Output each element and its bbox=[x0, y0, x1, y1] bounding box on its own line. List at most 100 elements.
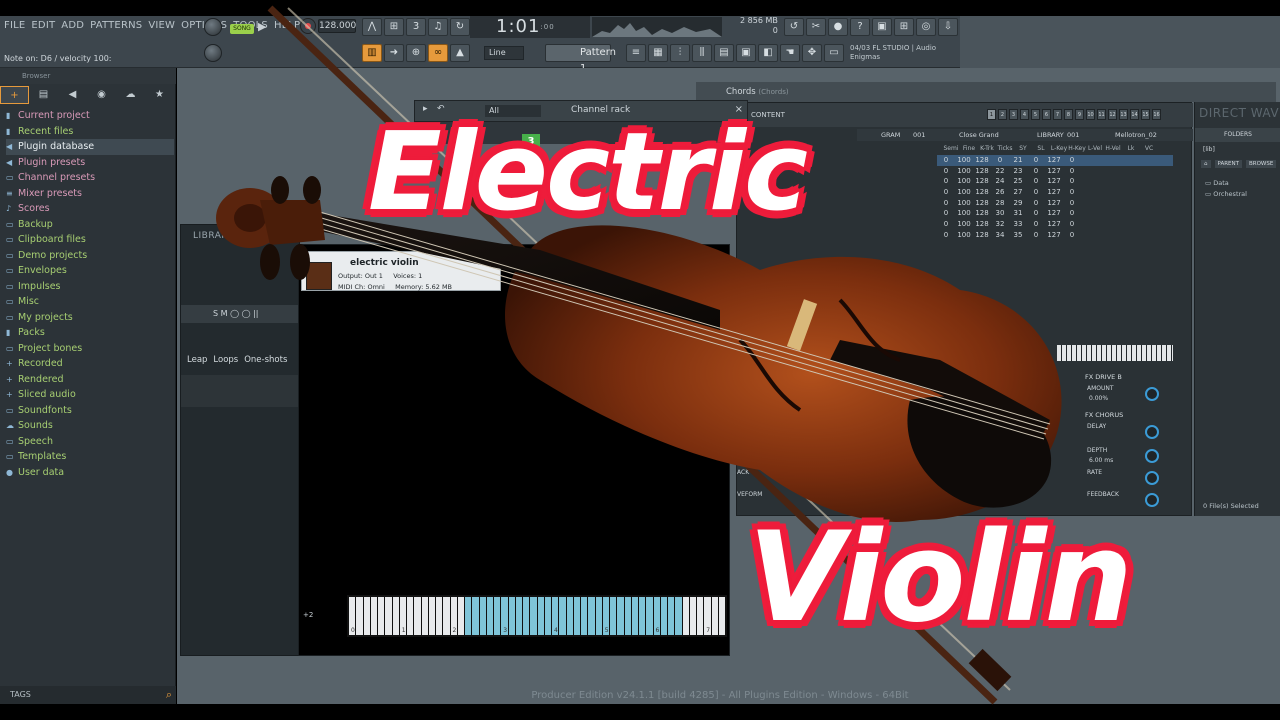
zone-cell[interactable]: 100 bbox=[955, 208, 973, 219]
zone-cell[interactable]: 100 bbox=[955, 176, 973, 187]
browser-item-soundfonts[interactable]: ▭ Soundfonts bbox=[6, 403, 174, 419]
zone-row[interactable]: 0 100 128 28 29 0 127 0 bbox=[937, 198, 1173, 209]
zone-cell[interactable]: 24 bbox=[991, 176, 1009, 187]
white-key[interactable]: 0 bbox=[349, 597, 356, 635]
white-key[interactable] bbox=[414, 597, 421, 635]
menu-item-file[interactable]: FILE bbox=[4, 20, 25, 31]
browser-item-packs[interactable]: ▮ Packs bbox=[6, 325, 174, 341]
column-header[interactable]: Lk bbox=[1122, 145, 1140, 152]
white-key[interactable] bbox=[428, 597, 435, 635]
browser-item-plugin-presets[interactable]: ◀ Plugin presets bbox=[6, 155, 174, 171]
library-number[interactable]: 001 bbox=[1067, 129, 1079, 141]
rate-knob[interactable] bbox=[1145, 471, 1159, 485]
instrument-header[interactable]: electric violin Output: Out 1 Voices: 1 … bbox=[301, 251, 501, 291]
zone-cell[interactable]: 0 bbox=[1027, 155, 1045, 166]
zone-cell[interactable]: 128 bbox=[973, 166, 991, 177]
browser-item-demo-projects[interactable]: ▭ Demo projects bbox=[6, 248, 174, 264]
column-header[interactable]: Ticks bbox=[996, 145, 1014, 152]
browser-item-my-projects[interactable]: ▭ My projects bbox=[6, 310, 174, 326]
browser-item-user-data[interactable]: ● User data bbox=[6, 465, 174, 481]
zone-cell[interactable]: 100 bbox=[955, 187, 973, 198]
zone-row[interactable]: 0 100 128 32 33 0 127 0 bbox=[937, 219, 1173, 230]
step-button-2[interactable]: 2 bbox=[998, 109, 1007, 120]
folder-item-orchestral[interactable]: ▭ Orchestral bbox=[1205, 189, 1247, 200]
browser-item-rendered[interactable]: + Rendered bbox=[6, 372, 174, 388]
white-key[interactable] bbox=[363, 597, 370, 635]
folders-tab[interactable]: FOLDERS bbox=[1195, 128, 1280, 142]
pattern-selector[interactable]: Pattern 1 bbox=[545, 44, 616, 74]
zone-cell[interactable]: 127 bbox=[1045, 198, 1063, 209]
step-button-1[interactable]: 1 bbox=[987, 109, 996, 120]
refresh-icon[interactable]: ↺ bbox=[784, 18, 804, 36]
script-icon[interactable]: ◧ bbox=[758, 44, 778, 62]
zone-cell[interactable]: 0 bbox=[937, 198, 955, 209]
home-icon[interactable]: ⌂ bbox=[1201, 160, 1211, 168]
help-icon[interactable]: ? bbox=[850, 18, 870, 36]
zone-row[interactable]: 0 100 128 0 21 0 127 0 bbox=[937, 155, 1173, 166]
program-number[interactable]: 001 bbox=[913, 129, 925, 141]
blend-notes-icon[interactable]: ♫ bbox=[428, 18, 448, 36]
library-name[interactable]: Mellotron_02 bbox=[1115, 129, 1157, 141]
mic-icon[interactable]: ● bbox=[828, 18, 848, 36]
browser-item-recorded[interactable]: + Recorded bbox=[6, 356, 174, 372]
delay-knob[interactable] bbox=[1145, 425, 1159, 439]
amount-knob[interactable] bbox=[1145, 387, 1159, 401]
browse-button[interactable]: BROWSE bbox=[1246, 160, 1277, 168]
zone-cell[interactable]: 100 bbox=[955, 155, 973, 166]
keyboard-octave-control[interactable]: +2 bbox=[303, 597, 343, 635]
channel-rack-icon[interactable]: ▦ bbox=[648, 44, 668, 62]
browser-item-backup[interactable]: ▭ Backup bbox=[6, 217, 174, 233]
menu-item-view[interactable]: VIEW bbox=[148, 20, 175, 31]
browser-tab-3[interactable]: ◉ bbox=[87, 86, 116, 104]
loop-record-icon[interactable]: ↻ bbox=[450, 18, 470, 36]
zone-cell[interactable]: 128 bbox=[973, 219, 991, 230]
white-key[interactable] bbox=[523, 597, 530, 635]
zone-cell[interactable]: 0 bbox=[1027, 166, 1045, 177]
arrow-icon[interactable]: ➜ bbox=[384, 44, 404, 62]
zone-cell[interactable]: 0 bbox=[991, 155, 1009, 166]
white-key[interactable] bbox=[385, 597, 392, 635]
library-tab-one-shots[interactable]: One-shots bbox=[244, 355, 287, 365]
output-value[interactable]: Out 1 bbox=[365, 272, 383, 280]
zone-cell[interactable]: 0 bbox=[1027, 219, 1045, 230]
white-key[interactable] bbox=[639, 597, 646, 635]
white-key[interactable] bbox=[646, 597, 653, 635]
parent-button[interactable]: PARENT bbox=[1214, 160, 1242, 168]
white-key[interactable]: 3 bbox=[501, 597, 508, 635]
zone-row[interactable]: 0 100 128 34 35 0 127 0 bbox=[937, 230, 1173, 241]
step-button-5[interactable]: 5 bbox=[1031, 109, 1040, 120]
browser-item-project-bones[interactable]: ▭ Project bones bbox=[6, 341, 174, 357]
white-key[interactable] bbox=[421, 597, 428, 635]
link-icon[interactable]: ∞ bbox=[428, 44, 448, 62]
zone-cell[interactable]: 22 bbox=[991, 166, 1009, 177]
zone-cell[interactable]: 0 bbox=[1027, 230, 1045, 241]
white-key[interactable] bbox=[544, 597, 551, 635]
midi-value[interactable]: Omni bbox=[367, 283, 384, 291]
white-key[interactable]: 7 bbox=[704, 597, 711, 635]
step-button-16[interactable]: 16 bbox=[1152, 109, 1161, 120]
column-header[interactable]: Semi bbox=[942, 145, 960, 152]
white-key[interactable] bbox=[718, 597, 725, 635]
zone-cell[interactable]: 100 bbox=[955, 198, 973, 209]
white-key[interactable] bbox=[370, 597, 377, 635]
zone-cell[interactable]: 21 bbox=[1009, 155, 1027, 166]
menu-item-patterns[interactable]: PATTERNS bbox=[90, 20, 142, 31]
zone-cell[interactable]: 0 bbox=[1063, 230, 1081, 241]
step-button-9[interactable]: 9 bbox=[1075, 109, 1084, 120]
browser-item-speech[interactable]: ▭ Speech bbox=[6, 434, 174, 450]
browser-item-envelopes[interactable]: ▭ Envelopes bbox=[6, 263, 174, 279]
white-key[interactable] bbox=[624, 597, 631, 635]
white-key[interactable] bbox=[486, 597, 493, 635]
browser-tab-5[interactable]: ★ bbox=[145, 86, 174, 104]
step-button-4[interactable]: 4 bbox=[1020, 109, 1029, 120]
step-button-6[interactable]: 6 bbox=[1042, 109, 1051, 120]
white-key[interactable] bbox=[457, 597, 464, 635]
stamp-icon[interactable]: ▲ bbox=[450, 44, 470, 62]
white-key[interactable]: 6 bbox=[653, 597, 660, 635]
browser-item-sounds[interactable]: ☁ Sounds bbox=[6, 418, 174, 434]
library-tab-leap[interactable]: Leap bbox=[187, 355, 207, 365]
zone-cell[interactable]: 0 bbox=[937, 187, 955, 198]
white-key[interactable] bbox=[508, 597, 515, 635]
keyboard[interactable]: 0 1 2 3 4 5 6 7 bbox=[347, 595, 727, 637]
zone-cell[interactable]: 0 bbox=[937, 208, 955, 219]
